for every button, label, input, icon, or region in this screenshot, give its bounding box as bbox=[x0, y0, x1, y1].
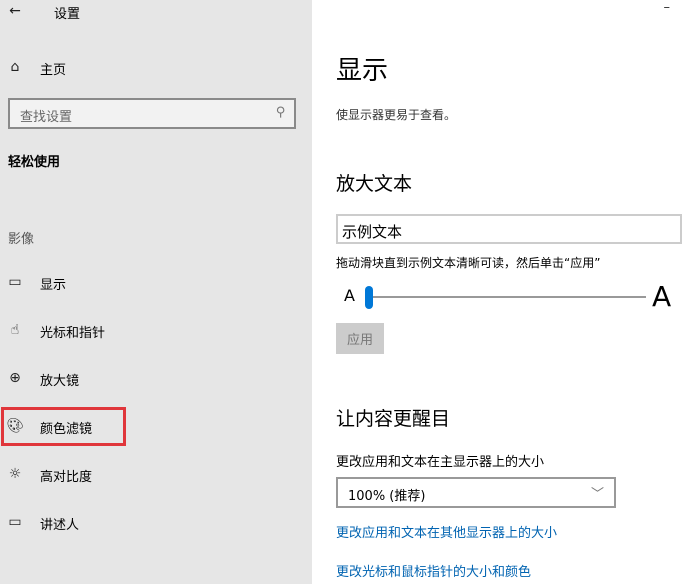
sidebar-item-pointer[interactable]: ☝ 光标和指针 bbox=[0, 315, 312, 347]
home-icon: ⌂ bbox=[10, 59, 20, 75]
cursor-size-link[interactable]: 更改光标和鼠标指针的大小和颜色 bbox=[336, 561, 531, 580]
group-heading: 影像 bbox=[8, 232, 35, 247]
search-placeholder: 查找设置 bbox=[20, 110, 73, 125]
sidebar-item-magnifier[interactable]: ⊕ 放大镜 bbox=[0, 363, 312, 395]
pointer-icon: ☝ bbox=[10, 322, 20, 338]
search-icon: ⚲ bbox=[276, 105, 286, 120]
slider-instruction: 拖动滑块直到示例文本清晰可读，然后单击“应用” bbox=[336, 256, 601, 270]
home-label: 主页 bbox=[40, 63, 67, 78]
page-subtitle: 使显示器更易于查看。 bbox=[336, 108, 457, 122]
text-size-slider-track[interactable] bbox=[368, 296, 646, 298]
sun-icon: ☼ bbox=[8, 466, 22, 482]
size-label: 更改应用和文本在主显示器上的大小 bbox=[336, 455, 545, 470]
minimize-button[interactable]: – bbox=[664, 0, 671, 15]
scale-dropdown-value: 100% (推荐) bbox=[348, 489, 426, 504]
sidebar-item-label: 高对比度 bbox=[40, 470, 93, 485]
prominent-heading: 让内容更醒目 bbox=[336, 408, 451, 430]
section-heading: 轻松使用 bbox=[8, 155, 61, 170]
content-pane: – 显示 使显示器更易于查看。 放大文本 示例文本 拖动滑块直到示例文本清晰可读… bbox=[312, 0, 690, 584]
slider-thumb[interactable] bbox=[365, 286, 373, 309]
apply-button[interactable]: 应用 bbox=[336, 323, 384, 354]
search-input[interactable]: 查找设置 ⚲ bbox=[8, 98, 296, 129]
sample-text-box: 示例文本 bbox=[336, 214, 682, 244]
slider-large-a: A bbox=[652, 280, 672, 313]
sidebar-item-label: 光标和指针 bbox=[40, 326, 106, 341]
enlarge-text-heading: 放大文本 bbox=[336, 173, 413, 195]
monitor-icon: ▭ bbox=[8, 274, 22, 290]
sidebar-item-display[interactable]: ▭ 显示 bbox=[0, 267, 312, 299]
sample-text: 示例文本 bbox=[342, 223, 403, 241]
sidebar: ← 设置 ⌂ 主页 查找设置 ⚲ 轻松使用 影像 ▭ 显示 ☝ 光标和指针 ⊕ … bbox=[0, 0, 312, 584]
sidebar-item-home[interactable]: ⌂ 主页 bbox=[0, 52, 312, 84]
sidebar-item-narrator[interactable]: ▭ 讲述人 bbox=[0, 507, 312, 539]
other-displays-link[interactable]: 更改应用和文本在其他显示器上的大小 bbox=[336, 522, 557, 541]
scale-dropdown[interactable]: 100% (推荐) ﹀ bbox=[336, 477, 616, 508]
highlight-box bbox=[1, 407, 126, 446]
narrator-icon: ▭ bbox=[8, 514, 22, 530]
slider-small-a: A bbox=[344, 286, 355, 305]
magnifier-icon: ⊕ bbox=[9, 370, 21, 386]
window-title: 设置 bbox=[54, 7, 81, 22]
sidebar-item-label: 讲述人 bbox=[40, 518, 80, 533]
back-arrow-icon[interactable]: ← bbox=[6, 2, 24, 20]
page-title: 显示 bbox=[336, 56, 389, 86]
sidebar-item-label: 放大镜 bbox=[40, 374, 80, 389]
sidebar-item-high-contrast[interactable]: ☼ 高对比度 bbox=[0, 459, 312, 491]
sidebar-item-label: 显示 bbox=[40, 278, 67, 293]
chevron-down-icon: ﹀ bbox=[590, 487, 604, 502]
